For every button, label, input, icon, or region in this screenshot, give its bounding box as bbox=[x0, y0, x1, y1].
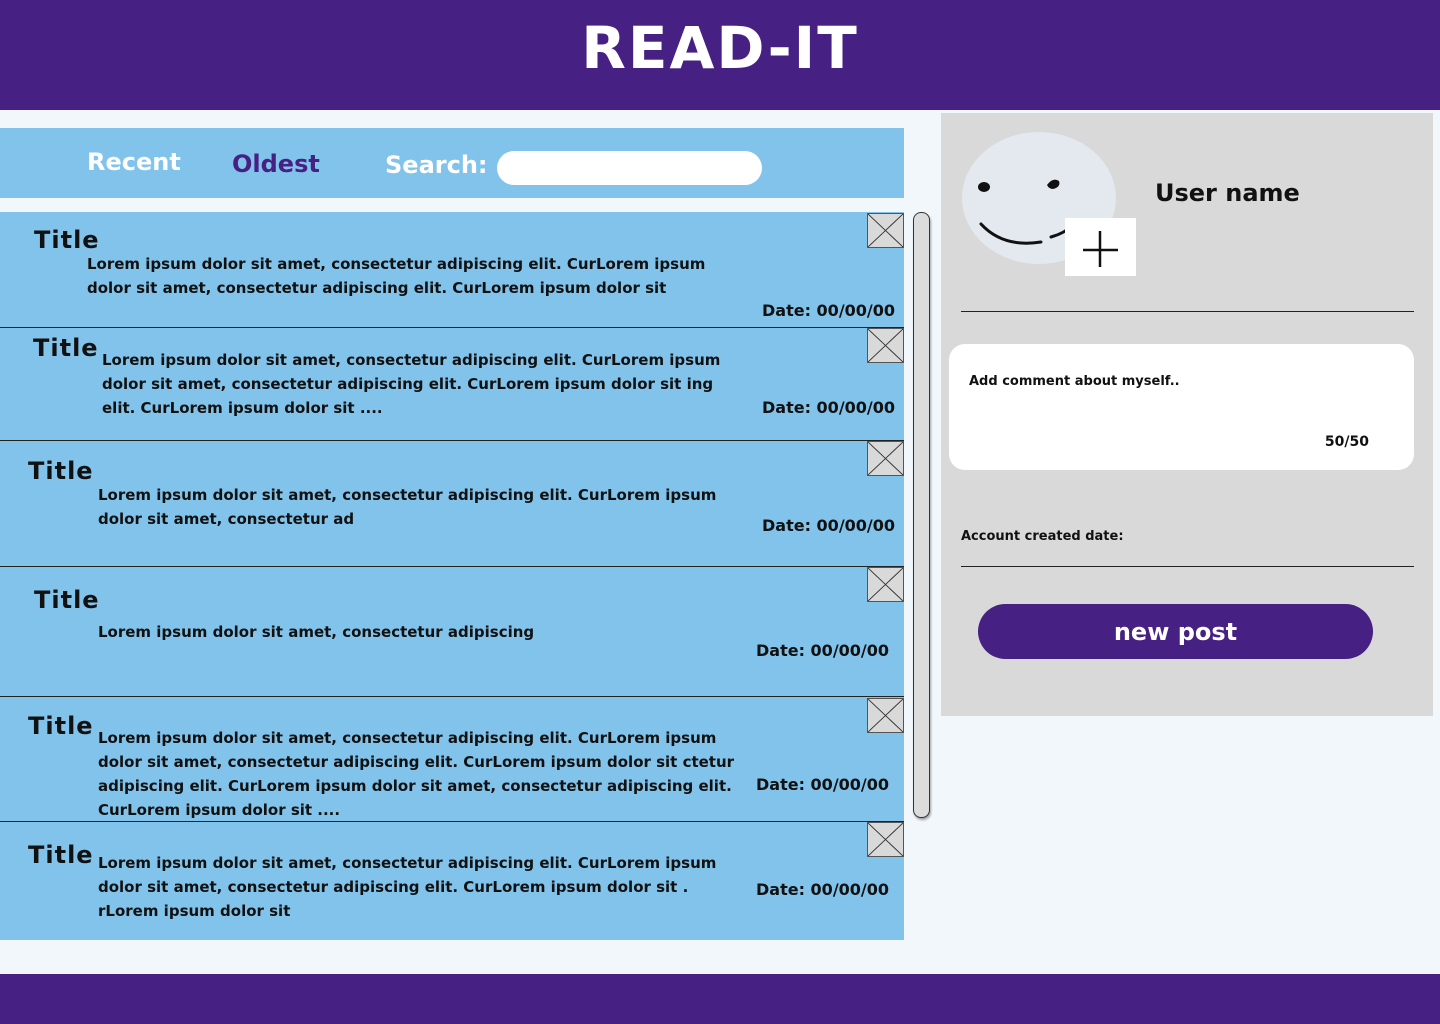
app-title: READ-IT bbox=[581, 14, 859, 82]
search-label: Search: bbox=[385, 151, 488, 179]
post-item[interactable]: Title Lorem ipsum dolor sit amet, consec… bbox=[0, 697, 904, 822]
post-date: Date: 00/00/00 bbox=[762, 301, 896, 320]
profile-panel: User name Add comment about myself.. 50/… bbox=[941, 113, 1433, 716]
close-icon bbox=[868, 699, 903, 732]
close-icon bbox=[868, 329, 903, 362]
post-date: Date: 00/00/00 bbox=[756, 880, 890, 899]
search-input[interactable] bbox=[497, 151, 762, 185]
delete-post-button[interactable] bbox=[867, 213, 904, 248]
delete-post-button[interactable] bbox=[867, 328, 904, 363]
app-footer bbox=[0, 974, 1440, 1024]
post-list-scrollbar[interactable] bbox=[913, 212, 930, 818]
post-date: Date: 00/00/00 bbox=[756, 775, 890, 794]
close-icon bbox=[868, 214, 903, 247]
post-title: Title bbox=[28, 457, 94, 485]
character-count: 50/50 bbox=[1324, 434, 1369, 450]
post-item[interactable]: Title Lorem ipsum dolor sit amet, consec… bbox=[0, 822, 904, 940]
new-post-button[interactable]: new post bbox=[978, 604, 1373, 659]
post-title: Title bbox=[33, 334, 99, 362]
post-body: Lorem ipsum dolor sit amet, consectetur … bbox=[98, 623, 535, 641]
delete-post-button[interactable] bbox=[867, 698, 904, 733]
post-date: Date: 00/00/00 bbox=[762, 516, 896, 535]
tab-oldest[interactable]: Oldest bbox=[232, 150, 320, 178]
about-me-placeholder: Add comment about myself.. bbox=[969, 374, 1180, 389]
divider bbox=[961, 311, 1414, 312]
post-title: Title bbox=[34, 586, 100, 614]
app-header: READ-IT bbox=[0, 0, 1440, 110]
post-body: Lorem ipsum dolor sit amet, consectetur … bbox=[98, 729, 735, 819]
post-date: Date: 00/00/00 bbox=[762, 398, 896, 417]
post-title: Title bbox=[34, 226, 100, 254]
post-list: Title Lorem ipsum dolor sit amet, consec… bbox=[0, 212, 904, 940]
add-photo-button[interactable] bbox=[1065, 218, 1136, 276]
delete-post-button[interactable] bbox=[867, 441, 904, 476]
post-date: Date: 00/00/00 bbox=[756, 641, 890, 660]
tab-recent[interactable]: Recent bbox=[87, 148, 181, 176]
delete-post-button[interactable] bbox=[867, 822, 904, 857]
username: User name bbox=[1155, 179, 1300, 207]
post-body: Lorem ipsum dolor sit amet, consectetur … bbox=[102, 351, 721, 417]
post-item[interactable]: Title Lorem ipsum dolor sit amet, consec… bbox=[0, 212, 904, 328]
account-created-label: Account created date: bbox=[961, 529, 1124, 544]
close-icon bbox=[868, 823, 903, 856]
post-item[interactable]: Title Lorem ipsum dolor sit amet, consec… bbox=[0, 328, 904, 441]
post-body: Lorem ipsum dolor sit amet, consectetur … bbox=[98, 486, 717, 528]
close-icon bbox=[868, 442, 903, 475]
about-me-field[interactable]: Add comment about myself.. 50/50 bbox=[949, 344, 1414, 470]
post-title: Title bbox=[28, 712, 94, 740]
post-body: Lorem ipsum dolor sit amet, consectetur … bbox=[98, 854, 717, 920]
delete-post-button[interactable] bbox=[867, 567, 904, 602]
plus-icon bbox=[1083, 231, 1118, 267]
post-item[interactable]: Title Lorem ipsum dolor sit amet, consec… bbox=[0, 567, 904, 697]
close-icon bbox=[868, 568, 903, 601]
filter-bar: Recent Oldest Search: bbox=[0, 128, 904, 198]
post-body: Lorem ipsum dolor sit amet, consectetur … bbox=[87, 255, 706, 297]
divider bbox=[961, 566, 1414, 567]
post-item[interactable]: Title Lorem ipsum dolor sit amet, consec… bbox=[0, 441, 904, 567]
post-title: Title bbox=[28, 841, 94, 869]
